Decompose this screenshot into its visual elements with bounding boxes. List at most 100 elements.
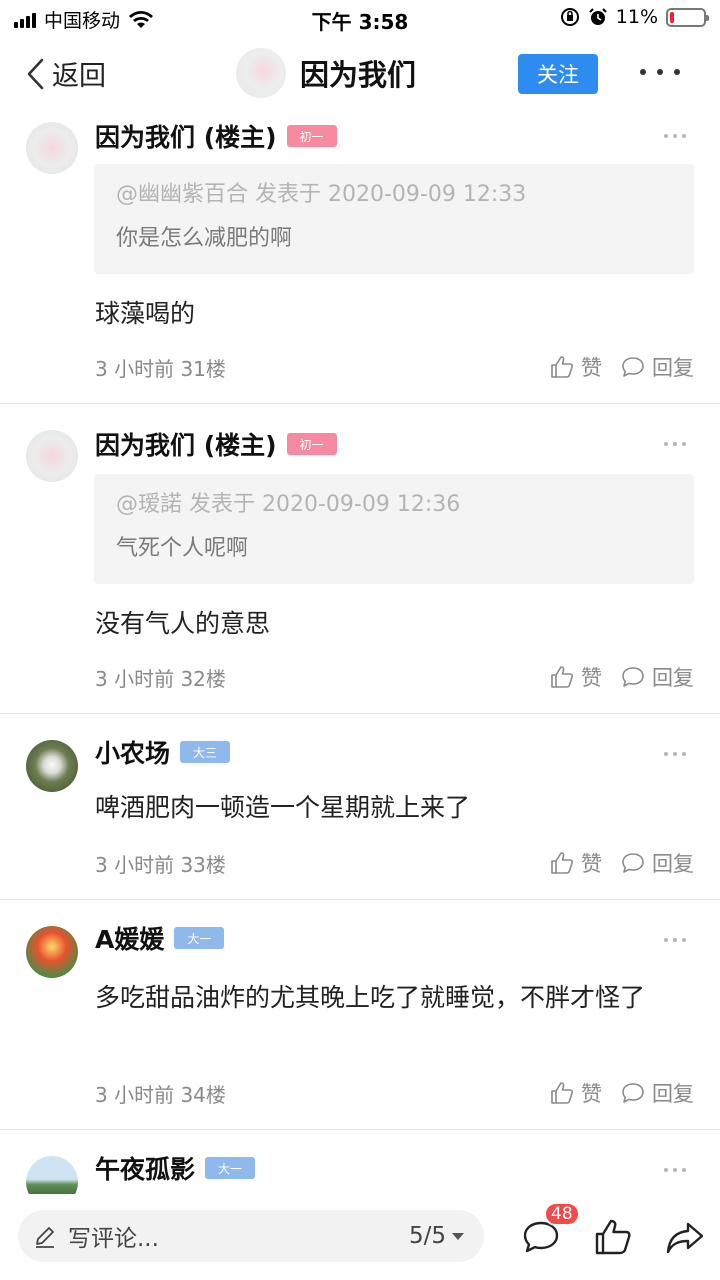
comment-icon (622, 357, 644, 377)
list-item: 小农场 大三 啤酒肥肉一顿造一个星期就上来了 3 小时前 33楼 赞 回复 (0, 714, 720, 900)
list-item: 因为我们 (楼主) 初一 @幽幽紫百合 发表于 2020-09-09 12:33… (0, 112, 720, 404)
post-actions: 赞 回复 (549, 848, 694, 878)
bottom-bar: 写评论... 5/5 48 (0, 1194, 720, 1280)
nav-user[interactable]: 因为我们 (236, 48, 416, 98)
more-icon[interactable] (664, 752, 686, 756)
avatar[interactable] (26, 430, 78, 482)
post-footer: 3 小时前 32楼 赞 回复 (95, 662, 694, 692)
quoted-reply[interactable]: @幽幽紫百合 发表于 2020-09-09 12:33 你是怎么减肥的啊 (94, 164, 694, 274)
avatar[interactable] (26, 122, 78, 174)
more-icon[interactable] (664, 134, 686, 138)
post-footer: 3 小时前 31楼 赞 回复 (95, 352, 694, 382)
quote-meta: @幽幽紫百合 发表于 2020-09-09 12:33 (116, 182, 527, 207)
battery-percent: 11% (615, 6, 658, 28)
reply-button[interactable]: 回复 (620, 662, 694, 692)
avatar[interactable] (26, 740, 78, 792)
list-item: 午夜孤影 大一 (0, 1130, 720, 1194)
post-footer: 3 小时前 33楼 赞 回复 (95, 848, 694, 878)
quote-text: 你是怎么减肥的啊 (116, 226, 293, 251)
post-body: 球藻喝的 (95, 299, 196, 328)
chevron-left-icon (27, 58, 44, 89)
quoted-reply[interactable]: @瑷諾 发表于 2020-09-09 12:36 气死个人呢啊 (94, 474, 694, 584)
reply-label: 回复 (652, 852, 694, 876)
page-selector[interactable]: 5/5 (409, 1223, 464, 1249)
like-label: 赞 (581, 356, 602, 380)
caret-down-icon (452, 1232, 464, 1240)
username[interactable]: 因为我们 (楼主) (95, 118, 277, 154)
more-icon[interactable] (664, 938, 686, 942)
username[interactable]: 小农场 (95, 734, 170, 770)
status-right: 11% (560, 6, 709, 28)
status-bar: 中国移动 下午 3:58 11% (0, 0, 720, 36)
avatar[interactable] (26, 926, 78, 978)
battery-icon (666, 7, 709, 27)
thumbs-up-icon (551, 356, 573, 378)
level-badge: 初一 (286, 433, 337, 455)
quote-text: 气死个人呢啊 (116, 536, 249, 561)
page-indicator: 5/5 (408, 1223, 446, 1249)
thumbs-up-icon (551, 852, 573, 874)
battery-fill (670, 11, 674, 23)
nav-bar: 返回 因为我们 关注 (0, 36, 720, 112)
reply-button[interactable]: 回复 (620, 848, 694, 878)
avatar[interactable] (26, 1156, 78, 1194)
thumbs-up-icon (551, 1082, 573, 1104)
back-button[interactable]: 返回 (24, 54, 106, 93)
post-meta: 3 小时前 34楼 (95, 1082, 226, 1107)
level-badge: 大一 (174, 927, 225, 949)
share-icon[interactable] (664, 1216, 706, 1258)
comment-placeholder: 写评论... (68, 1226, 159, 1252)
more-icon[interactable] (664, 1168, 686, 1172)
like-button[interactable]: 赞 (549, 1078, 602, 1108)
username[interactable]: 午夜孤影 (95, 1150, 195, 1186)
comment-icon (622, 1083, 644, 1103)
alarm-icon (589, 8, 607, 25)
post-meta: 3 小时前 31楼 (95, 356, 226, 381)
post-meta: 3 小时前 32楼 (95, 666, 226, 691)
thumbs-up-icon (551, 666, 573, 688)
follow-button[interactable]: 关注 (518, 54, 598, 94)
username[interactable]: 因为我们 (楼主) (95, 426, 277, 462)
like-button[interactable]: 赞 (549, 848, 602, 878)
like-button[interactable]: 赞 (549, 352, 602, 382)
like-label: 赞 (581, 666, 602, 690)
more-icon[interactable] (640, 62, 680, 82)
post-actions: 赞 回复 (549, 1078, 694, 1108)
post-header: 因为我们 (楼主) 初一 (95, 428, 337, 460)
post-header: A媛媛 大一 (95, 920, 225, 956)
post-actions: 赞 回复 (549, 352, 694, 382)
reply-label: 回复 (652, 1082, 694, 1106)
level-badge: 大三 (180, 741, 231, 763)
level-badge: 大一 (205, 1157, 256, 1179)
username[interactable]: A媛媛 (95, 920, 164, 956)
pencil-icon (36, 1227, 54, 1248)
like-label: 赞 (581, 852, 602, 876)
post-body: 多吃甜品油炸的尤其晚上吃了就睡觉，不胖才怪了 (95, 983, 646, 1012)
post-body: 没有气人的意思 (95, 609, 271, 638)
quote-meta: @瑷諾 发表于 2020-09-09 12:36 (116, 492, 461, 517)
reply-button[interactable]: 回复 (620, 352, 694, 382)
post-meta: 3 小时前 33楼 (95, 852, 226, 877)
post-actions: 赞 回复 (549, 662, 694, 692)
like-button[interactable]: 赞 (549, 662, 602, 692)
back-label: 返回 (52, 61, 106, 92)
comment-icon (622, 667, 644, 687)
comment-input[interactable]: 写评论... 5/5 (18, 1210, 484, 1262)
avatar[interactable] (236, 48, 286, 98)
comment-count-badge: 48 (544, 1202, 580, 1226)
page-title: 因为我们 (300, 58, 417, 92)
post-footer: 3 小时前 34楼 赞 回复 (95, 1078, 694, 1108)
post-header: 午夜孤影 大一 (95, 1150, 256, 1186)
orientation-lock-icon (560, 8, 579, 26)
reply-button[interactable]: 回复 (620, 1078, 694, 1108)
post-header: 小农场 大三 (95, 734, 231, 770)
level-badge: 初一 (286, 125, 337, 147)
post-body: 啤酒肥肉一顿造一个星期就上来了 (95, 793, 471, 822)
thumbs-up-icon[interactable] (592, 1216, 634, 1258)
reply-label: 回复 (652, 666, 694, 690)
list-item: A媛媛 大一 多吃甜品油炸的尤其晚上吃了就睡觉，不胖才怪了 3 小时前 34楼 … (0, 900, 720, 1130)
reply-list[interactable]: 因为我们 (楼主) 初一 @幽幽紫百合 发表于 2020-09-09 12:33… (0, 112, 720, 1194)
more-icon[interactable] (664, 442, 686, 446)
reply-label: 回复 (652, 356, 694, 380)
like-label: 赞 (581, 1082, 602, 1106)
